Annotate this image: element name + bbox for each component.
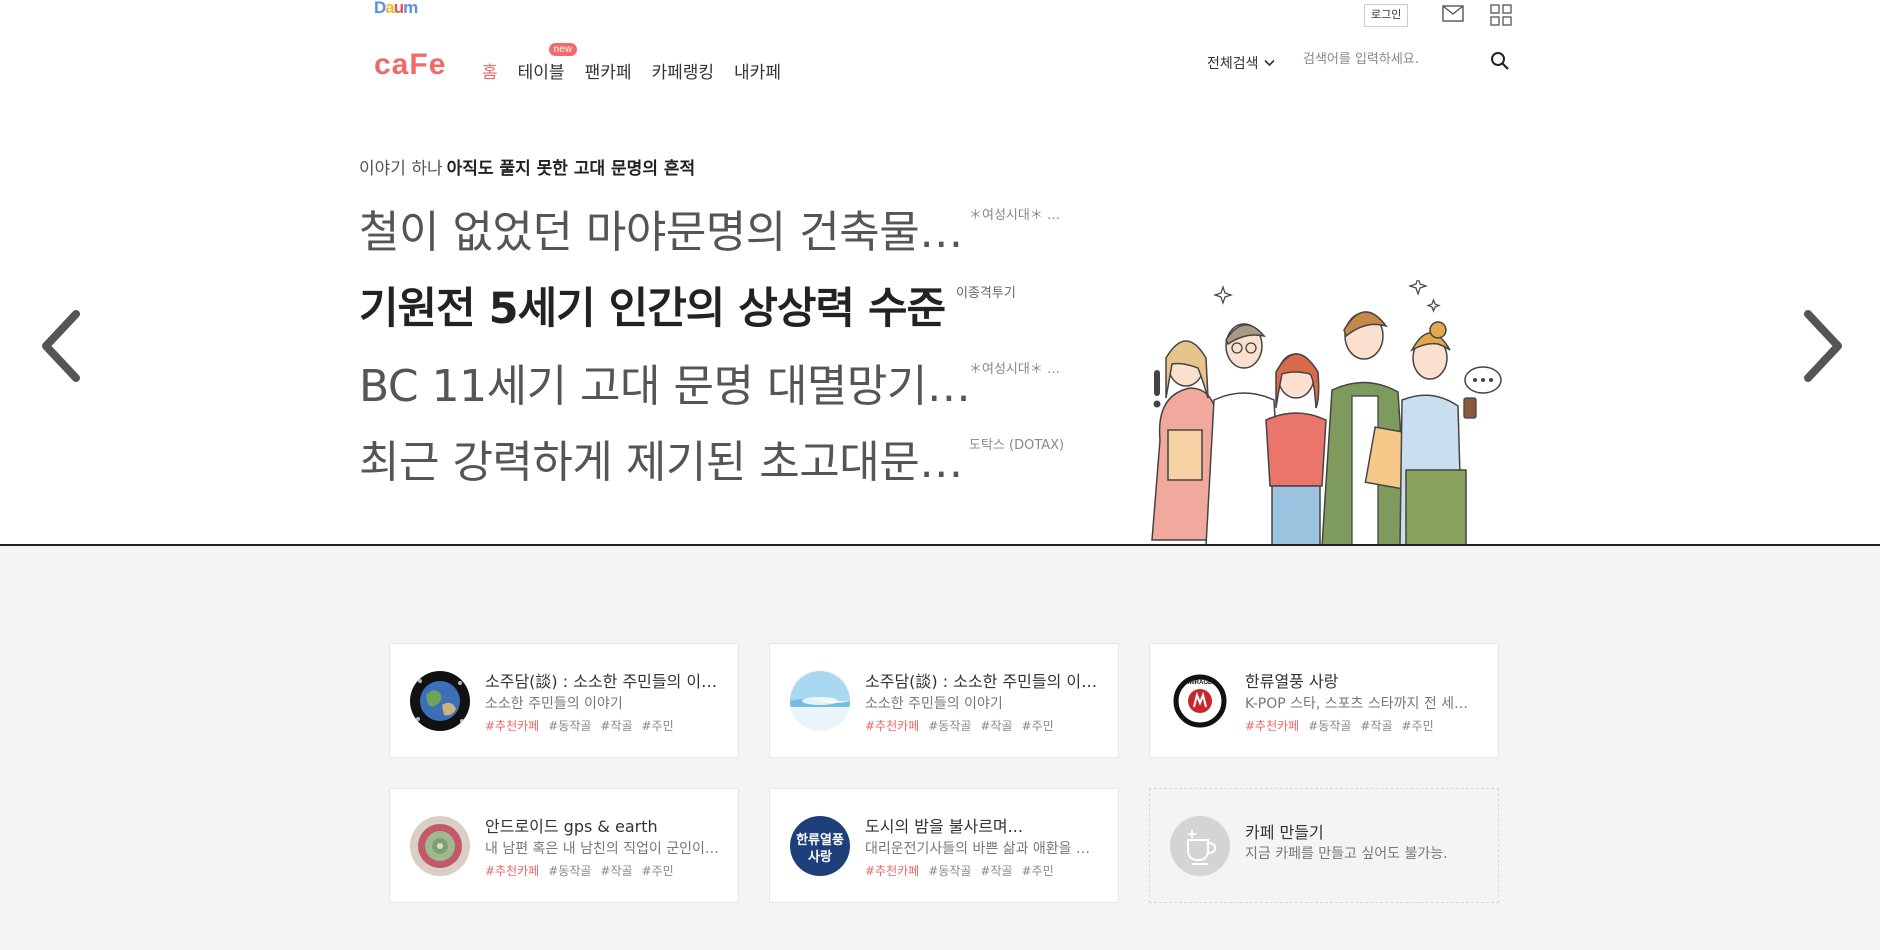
cafe-tags: #추천카페 #동작골 #작골 #주민 xyxy=(865,862,1054,879)
cafe-tags: #추천카페 #동작골 #작골 #주민 xyxy=(485,717,674,734)
tag[interactable]: #추천카페 xyxy=(485,862,539,879)
cafe-card[interactable]: 소주담(談) : 소소한 주민들의 이… 소소한 주민들의 이야기 #추천카페 … xyxy=(769,643,1119,758)
cafe-logo[interactable]: caFe xyxy=(374,48,446,82)
tag[interactable]: #동작골 xyxy=(548,862,591,879)
cafe-tags: #추천카페 #동작골 #작골 #주민 xyxy=(1245,717,1434,734)
cafe-description: 소소한 주민들의 이야기 xyxy=(485,696,623,712)
hero-headline[interactable]: 기원전 5세기 인간의 상상력 수준 이종격투기 xyxy=(359,274,1016,336)
hero-headline-source: 이종격투기 xyxy=(956,286,1016,301)
hero-carousel: 이야기 하나 아직도 풀지 못한 고대 문명의 흔적 철이 없었던 마야문명의 건… xyxy=(0,100,1880,546)
hero-headline-source: 도탁스 (DOTAX) xyxy=(969,438,1065,453)
people-illustration xyxy=(1151,280,1502,546)
daum-logo[interactable]: Daum xyxy=(374,0,418,17)
thumbnail-logo-text: MIRAGE xyxy=(1188,680,1212,686)
cafe-card[interactable]: 소주담(談) : 소소한 주민들의 이… 소소한 주민들의 이야기 #추천카페 … xyxy=(389,643,739,758)
cafe-title: 도시의 밤을 불사르며... xyxy=(865,817,1023,836)
cafe-description: 내 남편 혹은 내 남친의 직업이 군인이… xyxy=(485,841,719,857)
chevron-down-icon xyxy=(1263,59,1275,67)
daum-logo-letter: D xyxy=(374,0,386,17)
cafe-description: K-POP 스타, 스포츠 스타까지 전 세… xyxy=(1245,696,1469,712)
nav-item-home[interactable]: 홈 xyxy=(482,58,498,83)
hero-headline-text: BC 11세기 고대 문명 대멸망기… xyxy=(359,361,971,412)
tag[interactable]: #동작골 xyxy=(928,717,971,734)
tag[interactable]: #주민 xyxy=(642,717,674,734)
hero-kicker-title: 아직도 풀지 못한 고대 문명의 흔적 xyxy=(446,159,696,179)
tag[interactable]: #작골 xyxy=(980,717,1012,734)
login-button[interactable]: 로그인 xyxy=(1364,3,1409,27)
tag[interactable]: #동작골 xyxy=(1308,717,1351,734)
app-grid-icon[interactable] xyxy=(1490,4,1512,26)
tag[interactable]: #주민 xyxy=(1402,717,1434,734)
search-bar: 전체검색 xyxy=(1207,52,1509,73)
next-arrow-icon[interactable] xyxy=(1802,308,1846,384)
prev-arrow-icon[interactable] xyxy=(38,308,82,384)
cafe-card[interactable]: 한류열풍 사랑 도시의 밤을 불사르며... 대리운전기사들의 바쁜 삶과 애환… xyxy=(769,788,1119,903)
tag[interactable]: #작골 xyxy=(600,717,632,734)
daum-logo-letter: u xyxy=(393,0,404,17)
hero-headline[interactable]: 철이 없었던 마야문명의 건축물… ＊여성시대＊ … xyxy=(359,196,1060,260)
cafe-description: 소소한 주민들의 이야기 xyxy=(865,696,1003,712)
cafe-thumbnail xyxy=(410,671,470,731)
hero-headline-text: 철이 없었던 마야문명의 건축물… xyxy=(359,207,963,258)
search-icon[interactable] xyxy=(1490,51,1510,71)
tag[interactable]: #추천카페 xyxy=(865,862,919,879)
cafe-tags: #추천카페 #동작골 #작골 #주민 xyxy=(865,717,1054,734)
tag[interactable]: #작골 xyxy=(1360,717,1392,734)
nav-item-ranking[interactable]: 카페랭킹 xyxy=(651,58,714,83)
tag[interactable]: #작골 xyxy=(980,862,1012,879)
cafe-thumbnail: MIRAGE xyxy=(1170,671,1230,731)
main-nav: 홈 테이블 new 팬카페 카페랭킹 내카페 xyxy=(482,43,781,83)
tag[interactable]: #주민 xyxy=(1022,862,1054,879)
make-cafe-description: 지금 카페를 만들고 싶어도 불가능. xyxy=(1245,846,1448,862)
cafe-title: 소주담(談) : 소소한 주민들의 이… xyxy=(485,672,718,691)
nav-item-label: 테이블 xyxy=(517,63,565,83)
cafe-thumbnail xyxy=(410,816,470,876)
search-scope-dropdown[interactable]: 전체검색 xyxy=(1207,53,1275,73)
thumbnail-logo-text: 사랑 xyxy=(808,849,832,865)
tag[interactable]: #추천카페 xyxy=(485,717,539,734)
cafe-title: 안드로이드 gps & earth xyxy=(485,817,658,836)
hero-headline-source: ＊여성시대＊ … xyxy=(969,362,1060,377)
tag[interactable]: #주민 xyxy=(642,862,674,879)
make-cafe-thumbnail xyxy=(1170,816,1230,876)
daum-logo-letter: m xyxy=(403,0,418,17)
cafe-title: 한류열풍 사랑 xyxy=(1245,672,1339,691)
cafe-card[interactable]: 안드로이드 gps & earth 내 남편 혹은 내 남친의 직업이 군인이…… xyxy=(389,788,739,903)
tag[interactable]: #추천카페 xyxy=(1245,717,1299,734)
thumbnail-logo-text: 한류열풍 xyxy=(796,832,844,848)
search-scope-label: 전체검색 xyxy=(1207,56,1259,72)
hero-headline-text: 최근 강력하게 제기된 초고대문… xyxy=(359,437,963,488)
hero-kicker: 이야기 하나 아직도 풀지 못한 고대 문명의 흔적 xyxy=(359,154,695,179)
tag[interactable]: #동작골 xyxy=(928,862,971,879)
hero-kicker-prefix: 이야기 하나 xyxy=(359,159,443,179)
new-badge: new xyxy=(548,43,577,56)
cafe-card[interactable]: MIRAGE 한류열풍 사랑 K-POP 스타, 스포츠 스타까지 전 세… #… xyxy=(1149,643,1499,758)
tag[interactable]: #추천카페 xyxy=(865,717,919,734)
recommended-cafes: 소주담(談) : 소소한 주민들의 이… 소소한 주민들의 이야기 #추천카페 … xyxy=(0,546,1880,950)
util-bar: 로그인 xyxy=(1364,3,1512,27)
tag[interactable]: #주민 xyxy=(1022,717,1054,734)
hero-headline-text: 기원전 5세기 인간의 상상력 수준 xyxy=(359,284,946,334)
nav-item-table[interactable]: 테이블 new xyxy=(517,43,577,83)
tag[interactable]: #작골 xyxy=(600,862,632,879)
tag[interactable]: #동작골 xyxy=(548,717,591,734)
cafe-thumbnail xyxy=(790,671,850,731)
cafe-tags: #추천카페 #동작골 #작골 #주민 xyxy=(485,862,674,879)
hero-headline-source: ＊여성시대＊ … xyxy=(969,208,1060,223)
daum-logo-letter: a xyxy=(385,0,395,17)
mail-icon[interactable] xyxy=(1442,5,1464,22)
make-cafe-card[interactable]: 카페 만들기 지금 카페를 만들고 싶어도 불가능. xyxy=(1149,788,1499,903)
cafe-title: 소주담(談) : 소소한 주민들의 이… xyxy=(865,672,1098,691)
nav-item-fancafe[interactable]: 팬카페 xyxy=(585,58,632,83)
make-cafe-title: 카페 만들기 xyxy=(1245,823,1324,842)
coffee-cup-icon xyxy=(1187,830,1217,865)
nav-item-mycafe[interactable]: 내카페 xyxy=(734,58,781,83)
cafe-description: 대리운전기사들의 바쁜 삶과 애환을 … xyxy=(865,841,1090,857)
hero-headline[interactable]: BC 11세기 고대 문명 대멸망기… ＊여성시대＊ … xyxy=(359,350,1060,414)
cafe-thumbnail: 한류열풍 사랑 xyxy=(790,816,850,876)
hero-headline[interactable]: 최근 강력하게 제기된 초고대문… 도탁스 (DOTAX) xyxy=(359,426,1064,490)
search-input[interactable] xyxy=(1303,52,1473,67)
